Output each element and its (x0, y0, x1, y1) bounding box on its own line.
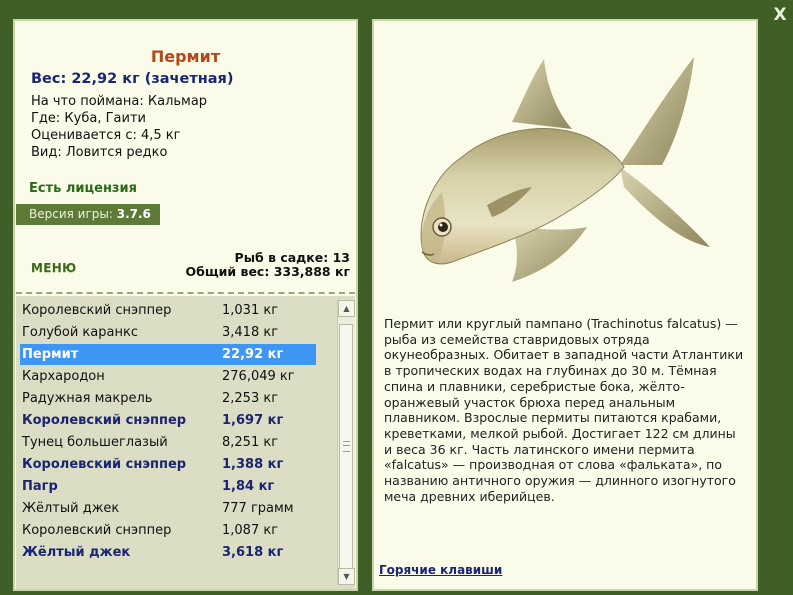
catch-list-item[interactable]: Тунец большеглазый 8,251 кг (20, 432, 316, 453)
catch-fish-name: Королевский снэппер (22, 303, 172, 318)
catch-fish-weight: 3,618 кг (222, 545, 284, 560)
grip-icon (343, 441, 350, 452)
catch-fish-name: Радужная макрель (22, 391, 153, 406)
catch-fish-weight: 276,049 кг (222, 369, 295, 384)
catch-fish-weight: 8,251 кг (222, 435, 279, 450)
catch-list-item[interactable]: Королевский снэппер 1,087 кг (20, 520, 316, 541)
catch-fish-weight: 1,087 кг (222, 523, 279, 538)
catch-fish-weight: 777 грамм (222, 501, 294, 516)
catch-fish-weight: 3,418 кг (222, 325, 279, 340)
catch-fish-name: Пагр (22, 479, 58, 494)
fish-description: Пермит или круглый пампано (Trachinotus … (384, 316, 744, 504)
fish-image (420, 57, 710, 282)
catch-list-item[interactable]: Пагр 1,84 кг (20, 476, 316, 497)
catch-fish-weight: 1,031 кг (222, 303, 279, 318)
list-scrollbar[interactable]: ▲ ▼ (337, 300, 355, 585)
fish-title: Пермит (150, 47, 221, 66)
fish-weight: Вес: 22,92 кг (зачетная) (31, 71, 234, 87)
catch-list-item[interactable]: Радужная макрель 2,253 кг (20, 388, 316, 409)
rarity-info: Вид: Ловится редко (31, 145, 168, 160)
fish-info-panel: Пермит Вес: 22,92 кг (зачетная) На что п… (13, 19, 358, 591)
version-label: Версия игры: (29, 207, 113, 221)
catch-fish-name: Жёлтый джек (22, 501, 120, 516)
version-bar: Версия игры: 3.7.6 (16, 204, 160, 225)
catch-fish-weight: 1,388 кг (222, 457, 284, 472)
hotkeys-link[interactable]: Горячие клавиши (379, 563, 502, 577)
catch-fish-weight: 2,253 кг (222, 391, 279, 406)
catch-fish-name: Королевский снэппер (22, 523, 172, 538)
catch-fish-weight: 22,92 кг (222, 347, 284, 362)
menu-button[interactable]: МЕНЮ (31, 261, 76, 275)
catch-fish-name: Голубой каранкс (22, 325, 138, 340)
catch-fish-name: Королевский снэппер (22, 457, 187, 472)
catch-list-item[interactable]: Пермит 22,92 кг (20, 344, 316, 365)
catch-fish-name: Жёлтый джек (22, 545, 131, 560)
catch-list: Королевский снэппер 1,031 кг Голубой каран… (16, 296, 355, 589)
catch-list-item[interactable]: Королевский снэппер 1,031 кг (20, 300, 316, 321)
chevron-down-icon[interactable]: ▼ (338, 568, 355, 585)
catch-fish-name: Королевский снэппер (22, 413, 187, 428)
catch-fish-weight: 1,84 кг (222, 479, 275, 494)
catch-list-item[interactable]: Королевский снэппер 1,697 кг (20, 410, 316, 431)
catch-list-item[interactable]: Жёлтый джек 777 грамм (20, 498, 316, 519)
min-weight-info: Оценивается с: 4,5 кг (31, 128, 181, 143)
version-value: 3.7.6 (116, 207, 151, 221)
catch-fish-weight: 1,697 кг (222, 413, 284, 428)
catch-list-item[interactable]: Жёлтый джек 3,618 кг (20, 542, 316, 563)
catch-fish-name: Тунец большеглазый (22, 435, 168, 450)
license-status: Есть лицензия (29, 181, 137, 196)
catch-fish-name: Пермит (22, 347, 79, 362)
fish-details-panel: Пермит или круглый пампано (Trachinotus … (372, 19, 758, 591)
close-icon[interactable]: X (770, 5, 790, 25)
divider (16, 292, 355, 294)
catch-list-item[interactable]: Королевский снэппер 1,388 кг (20, 454, 316, 475)
cage-fish-count: Рыб в садке: 13 (234, 250, 350, 265)
cage-total-weight: Общий вес: 333,888 кг (185, 264, 351, 279)
catch-fish-name: Кархародон (22, 369, 105, 384)
chevron-up-icon[interactable]: ▲ (338, 300, 355, 317)
catch-list-item[interactable]: Голубой каранкс 3,418 кг (20, 322, 316, 343)
catch-list-item[interactable]: Кархародон 276,049 кг (20, 366, 316, 387)
bait-info: На что поймана: Кальмар (31, 94, 208, 109)
cage-stats: Рыб в садке: 13 Общий вес: 333,888 кг (186, 251, 351, 279)
location-info: Где: Куба, Гаити (31, 111, 146, 126)
scroll-thumb[interactable] (339, 324, 353, 570)
